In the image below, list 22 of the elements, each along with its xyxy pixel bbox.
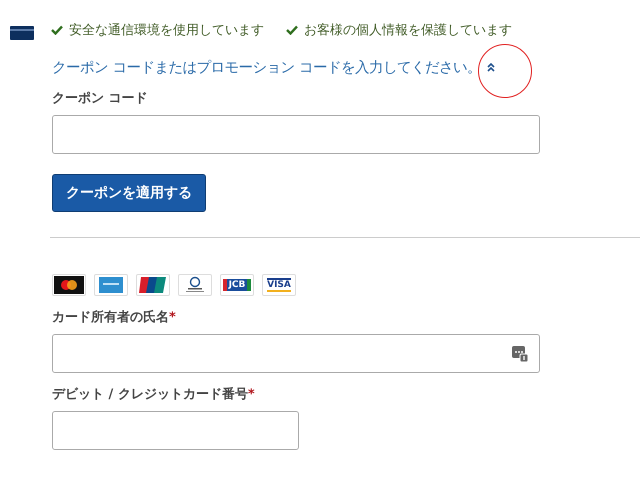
check-icon	[286, 25, 298, 35]
autofill-icon[interactable]	[512, 346, 528, 362]
coupon-toggle-link[interactable]: クーポン コードまたはプロモーション コードを入力してください。	[52, 58, 482, 77]
card-logo-icon	[94, 274, 128, 296]
card-logo-icon: VISA	[262, 274, 296, 296]
annotation-circle	[478, 44, 532, 98]
input-field[interactable]	[52, 411, 299, 450]
card-logo-icon	[52, 274, 86, 296]
assurance-text: お客様の個人情報を保護しています	[304, 22, 512, 39]
apply-coupon-button[interactable]: クーポンを適用する	[52, 174, 206, 212]
field-label: カード所有者の氏名*	[52, 308, 177, 326]
field-label: デビット / クレジットカード番号*	[52, 386, 256, 403]
coupon-code-field[interactable]	[52, 115, 540, 154]
chevron-icon[interactable]	[487, 63, 496, 72]
card-logo-icon	[178, 274, 212, 296]
input-field[interactable]	[52, 334, 540, 373]
credit-card-icon	[10, 26, 34, 40]
field-label: クーポン コード	[52, 90, 149, 107]
card-logo-icon	[136, 274, 170, 296]
check-icon	[51, 25, 63, 35]
assurance-text: 安全な通信環境を使用しています	[69, 22, 264, 39]
card-logo-icon: JCB	[220, 274, 254, 296]
